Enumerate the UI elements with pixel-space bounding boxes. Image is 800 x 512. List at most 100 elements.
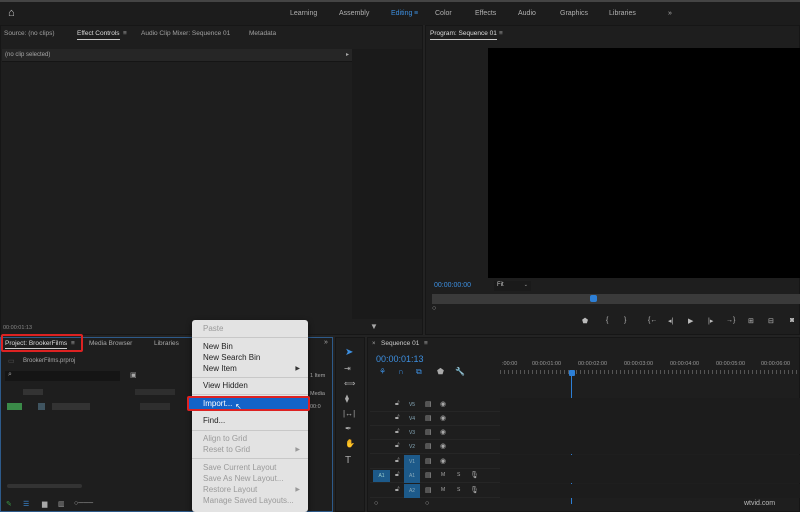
track-lane[interactable] [500,469,800,483]
workspace-color[interactable]: Color [435,10,452,17]
tab-media-browser[interactable]: Media Browser [89,340,132,347]
editing-menu-icon[interactable]: ≡ [414,10,418,17]
microphone-icon[interactable]: 🎙︎ [470,486,479,494]
lock-icon[interactable]: 🔓︎ [395,486,400,494]
play-icon[interactable]: ▶ [688,317,693,325]
expand-arrow-icon[interactable]: ▸ [346,51,349,58]
track-lane[interactable] [500,426,800,440]
horizontal-scrollbar[interactable] [7,484,82,488]
program-scrubber[interactable] [432,294,800,304]
lift-icon[interactable]: ⊞ [748,317,754,325]
menu-item-manage-saved-layouts[interactable]: Manage Saved Layouts... [203,496,294,505]
step-back-icon[interactable]: ◂| [668,317,673,325]
icon-view-icon[interactable]: ▆ [42,500,47,508]
project-item-row[interactable] [52,403,90,410]
eye-icon[interactable]: ◉ [440,457,446,465]
menu-item-paste[interactable]: Paste [203,324,223,333]
track-target[interactable]: V2 [404,440,420,454]
program-menu-icon[interactable]: ≡ [499,30,503,37]
timeline-playhead-handle[interactable] [569,370,575,376]
linked-selection-icon[interactable]: ⧉ [416,367,422,377]
menu-item-new-item[interactable]: New Item [203,364,237,373]
workspace-graphics[interactable]: Graphics [560,10,588,17]
mute-button[interactable]: M [441,472,445,478]
track-lane[interactable] [500,440,800,454]
mark-out-icon[interactable]: } [624,317,626,324]
lock-icon[interactable]: 🔓︎ [395,457,400,465]
go-to-in-icon[interactable]: {← [648,317,657,324]
menu-item-save-current-layout[interactable]: Save Current Layout [203,463,276,472]
timeline-timecode[interactable]: 00:00:01:13 [376,354,424,364]
filter-icon[interactable]: ▼ [370,322,378,331]
eye-icon[interactable]: ◉ [440,442,446,450]
effect-controls-menu-icon[interactable]: ≡ [123,30,127,37]
timeline-zoom-handle-icon[interactable]: ○ [374,500,378,507]
menu-item-align-to-grid[interactable]: Align to Grid [203,434,247,443]
tab-effect-controls[interactable]: Effect Controls [77,30,120,40]
tab-project[interactable]: Project: BrookerFilms [5,340,68,349]
eye-icon[interactable]: ◉ [440,414,446,422]
home-icon[interactable]: ⌂ [8,7,15,19]
track-lane[interactable] [500,412,800,426]
source-patch-a1[interactable]: A1 [373,470,390,482]
track-lane[interactable] [500,398,800,412]
snap-icon[interactable]: ∩ [398,367,404,376]
ripple-edit-tool-icon[interactable]: ⟺ [344,379,355,388]
workspace-learning[interactable]: Learning [290,10,317,17]
menu-item-import[interactable]: Import... ↖ [187,396,310,411]
menu-item-find[interactable]: Find... [203,416,225,425]
menu-item-new-bin[interactable]: New Bin [203,342,233,351]
tab-audio-clip-mixer[interactable]: Audio Clip Mixer: Sequence 01 [141,30,230,37]
add-marker-icon[interactable]: ⬟ [437,367,444,376]
project-search-input[interactable]: ⌕ [5,371,120,381]
wrench-icon[interactable]: 🔧 [455,367,465,376]
timeline-zoom-handle-icon[interactable]: ○ [425,500,429,507]
lock-icon[interactable]: 🔓︎ [395,471,400,479]
track-target[interactable]: V1 [404,455,420,469]
go-to-out-icon[interactable]: →} [726,317,735,324]
menu-item-restore-layout[interactable]: Restore Layout [203,485,257,494]
playhead-handle[interactable] [590,295,597,302]
track-lane[interactable] [500,455,800,469]
freeform-view-icon[interactable]: ▥ [58,500,65,508]
pen-tool-icon[interactable]: ✒ [345,424,352,433]
razor-tool-icon[interactable]: ⧫ [345,394,349,403]
eye-icon[interactable]: ◉ [440,400,446,408]
track-target[interactable]: V5 [404,398,420,412]
program-timecode[interactable]: 00:00:00:00 [434,282,471,289]
zoom-slider[interactable]: ○─── [74,500,93,507]
track-target[interactable]: V3 [404,426,420,440]
eye-icon[interactable]: ◉ [440,428,446,436]
step-forward-icon[interactable]: |▸ [708,317,713,325]
menu-item-view-hidden[interactable]: View Hidden [203,381,248,390]
lock-icon[interactable]: 🔓︎ [395,442,400,450]
sync-lock-icon[interactable]: ▤ [425,414,432,422]
workspace-editing[interactable]: Editing [391,10,412,17]
sync-lock-icon[interactable]: ▤ [425,400,432,408]
new-search-bin-icon[interactable]: ▣ [130,371,137,379]
workspace-audio[interactable]: Audio [518,10,536,17]
zoom-select[interactable]: Fit ⌄ [494,281,531,291]
lock-icon[interactable]: 🔓︎ [395,400,400,408]
tab-metadata[interactable]: Metadata [249,30,276,37]
lock-icon[interactable]: 🔓︎ [395,414,400,422]
workspace-assembly[interactable]: Assembly [339,10,369,17]
project-menu-icon[interactable]: ≡ [71,340,75,347]
sync-lock-icon[interactable]: ▤ [425,486,432,494]
mark-in-icon[interactable]: { [606,317,608,324]
extract-icon[interactable]: ⊟ [768,317,774,325]
panel-overflow-icon[interactable]: » [324,339,328,346]
menu-item-new-search-bin[interactable]: New Search Bin [203,353,260,362]
sync-lock-icon[interactable]: ▤ [425,442,432,450]
sequence-menu-icon[interactable]: ≡ [424,340,428,347]
sync-lock-icon[interactable]: ▤ [425,428,432,436]
tab-libraries[interactable]: Libraries [154,340,179,347]
slip-tool-icon[interactable]: |↔| [343,409,355,418]
track-target[interactable]: V4 [404,412,420,426]
sync-lock-icon[interactable]: ▤ [425,471,432,479]
workspace-libraries[interactable]: Libraries [609,10,636,17]
list-view-icon[interactable]: ☰ [23,500,29,508]
track-target[interactable]: A2 [404,484,420,498]
tab-source[interactable]: Source: (no clips) [4,30,55,37]
solo-button[interactable]: S [457,472,460,478]
